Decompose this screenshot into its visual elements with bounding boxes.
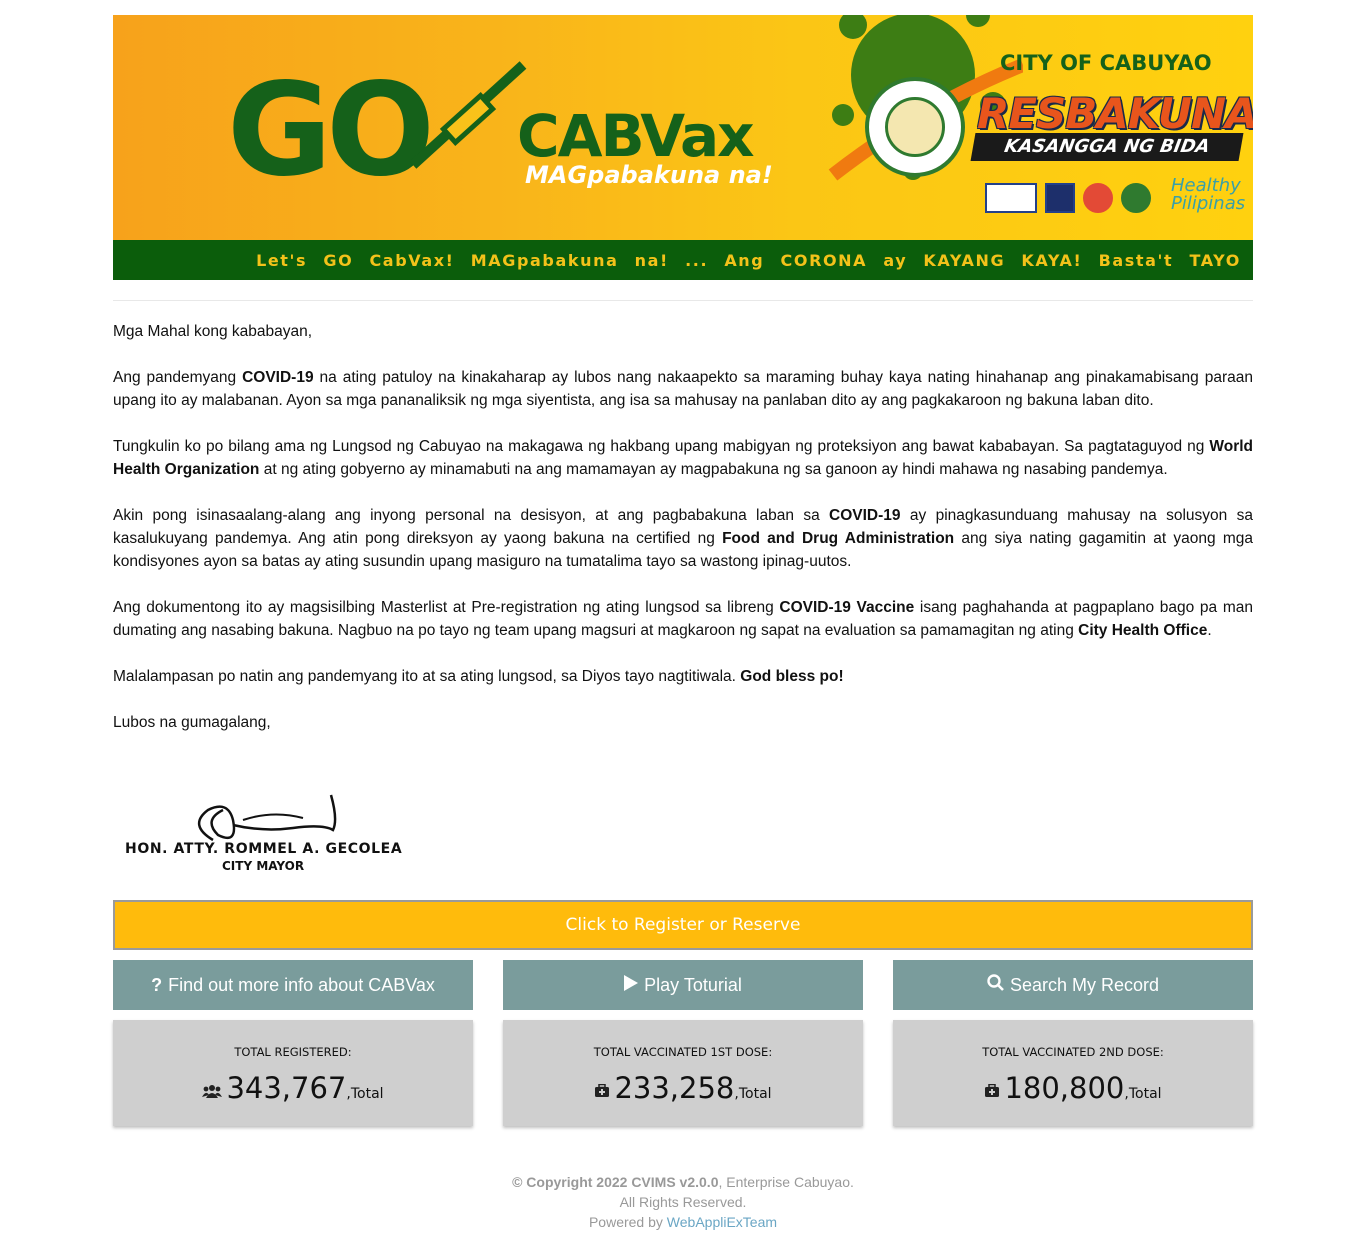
letter-paragraph-4: Ang dokumentong ito ay magsisilbing Mast… (113, 599, 1253, 639)
page-footer: © Copyright 2022 CVIMS v2.0.0, Enterpris… (113, 1172, 1253, 1232)
stat-unit: ,Total (1124, 1086, 1162, 1102)
stat-card-first-dose: TOTAL VACCINATED 1ST DOSE: 233,258 ,Tota… (503, 1020, 863, 1126)
go-logo-text: GO (227, 56, 435, 205)
copyright-line: © Copyright 2022 CVIMS v2.0.0, Enterpris… (512, 1174, 854, 1190)
bida-logo (1083, 183, 1113, 213)
tutorial-button-label: Play Toturial (644, 974, 742, 995)
banner-tagline: Let's GO CabVax! MAGpabakuna na! ... Ang… (256, 250, 1241, 270)
cabvax-logo-text: CABVax (517, 102, 755, 170)
healthy-pilipinas-text: Healthy Pilipinas (1171, 175, 1246, 214)
divider (113, 300, 1253, 301)
banner-artwork: GO CABVax MAGpabakuna na! CITY OF CABUYA… (113, 15, 1253, 240)
mayor-title: CITY MAYOR (222, 859, 305, 873)
letter-paragraph-5: Malalampasan po natin ang pandemyang ito… (113, 668, 844, 685)
doh-logo (1121, 183, 1151, 213)
letter-greeting: Mga Mahal kong kababayan, (113, 323, 313, 340)
syringe-icon (409, 61, 527, 169)
ntf-logo (1045, 183, 1075, 213)
stat-unit: ,Total (734, 1086, 772, 1102)
stat-unit: ,Total (346, 1086, 384, 1102)
letter-paragraph-3: Akin pong isinasaalang-alang ang inyong … (113, 507, 1253, 570)
search-button-label: Search My Record (1009, 974, 1160, 995)
team-link[interactable]: WebAppliExTeam (667, 1214, 777, 1230)
stat-label: TOTAL VACCINATED 2ND DOSE: (982, 1045, 1164, 1059)
stat-value: 343,767 (226, 1071, 347, 1105)
stat-card-registered: TOTAL REGISTERED: 343,767 ,Total (113, 1020, 473, 1126)
mayor-name: HON. ATTY. ROMMEL A. GECOLEA (125, 841, 403, 857)
medkit-icon (594, 1083, 610, 1103)
banner-tagline-bar: Let's GO CabVax! MAGpabakuna na! ... Ang… (113, 240, 1253, 280)
mayor-letter: Mga Mahal kong kababayan, Ang pandemyang… (113, 320, 1253, 757)
stat-value: 233,258 (614, 1071, 735, 1105)
register-button[interactable]: Click to Register or Reserve (113, 900, 1253, 950)
mayor-signature: HON. ATTY. ROMMEL A. GECOLEA CITY MAYOR (113, 790, 413, 880)
stat-value: 180,800 (1004, 1071, 1125, 1105)
resbakuna-logo-text: RESBAKUNA (977, 89, 1253, 138)
stat-card-second-dose: TOTAL VACCINATED 2ND DOSE: 180,800 ,Tota… (893, 1020, 1253, 1126)
info-button-label: Find out more info about CABVax (168, 974, 435, 995)
stat-label: TOTAL REGISTERED: (234, 1045, 352, 1059)
city-of-cabuyao-text: CITY OF CABUYAO (1000, 51, 1212, 75)
letter-closing: Lubos na gumagalang, (113, 714, 271, 731)
tutorial-button[interactable]: Play Toturial (503, 960, 863, 1010)
letter-paragraph-2: Tungkulin ko po bilang ama ng Lungsod ng… (113, 438, 1253, 478)
search-icon (987, 974, 1004, 996)
explain-logo (985, 183, 1037, 213)
powered-line: Powered by WebAppliExTeam (588, 1214, 778, 1230)
question-icon: ? (151, 974, 163, 995)
medkit-icon (984, 1083, 1000, 1103)
stat-label: TOTAL VACCINATED 1ST DOSE: (593, 1045, 773, 1059)
partner-logos (985, 183, 1151, 213)
letter-paragraph-1: Ang pandemyang COVID-19 na ating patuloy… (113, 369, 1253, 409)
magpabakuna-text: MAGpabakuna na! (525, 161, 773, 189)
play-icon (624, 974, 639, 996)
header-banner: GO CABVax MAGpabakuna na! CITY OF CABUYA… (113, 15, 1253, 280)
users-icon (202, 1084, 223, 1103)
kasangga-ng-bida-text: KASANGGA NG BIDA (970, 133, 1244, 161)
info-button[interactable]: ? Find out more info about CABVax (113, 960, 473, 1010)
rights-line: All Rights Reserved. (619, 1194, 747, 1210)
search-record-button[interactable]: Search My Record (893, 960, 1253, 1010)
city-seal (865, 77, 965, 177)
